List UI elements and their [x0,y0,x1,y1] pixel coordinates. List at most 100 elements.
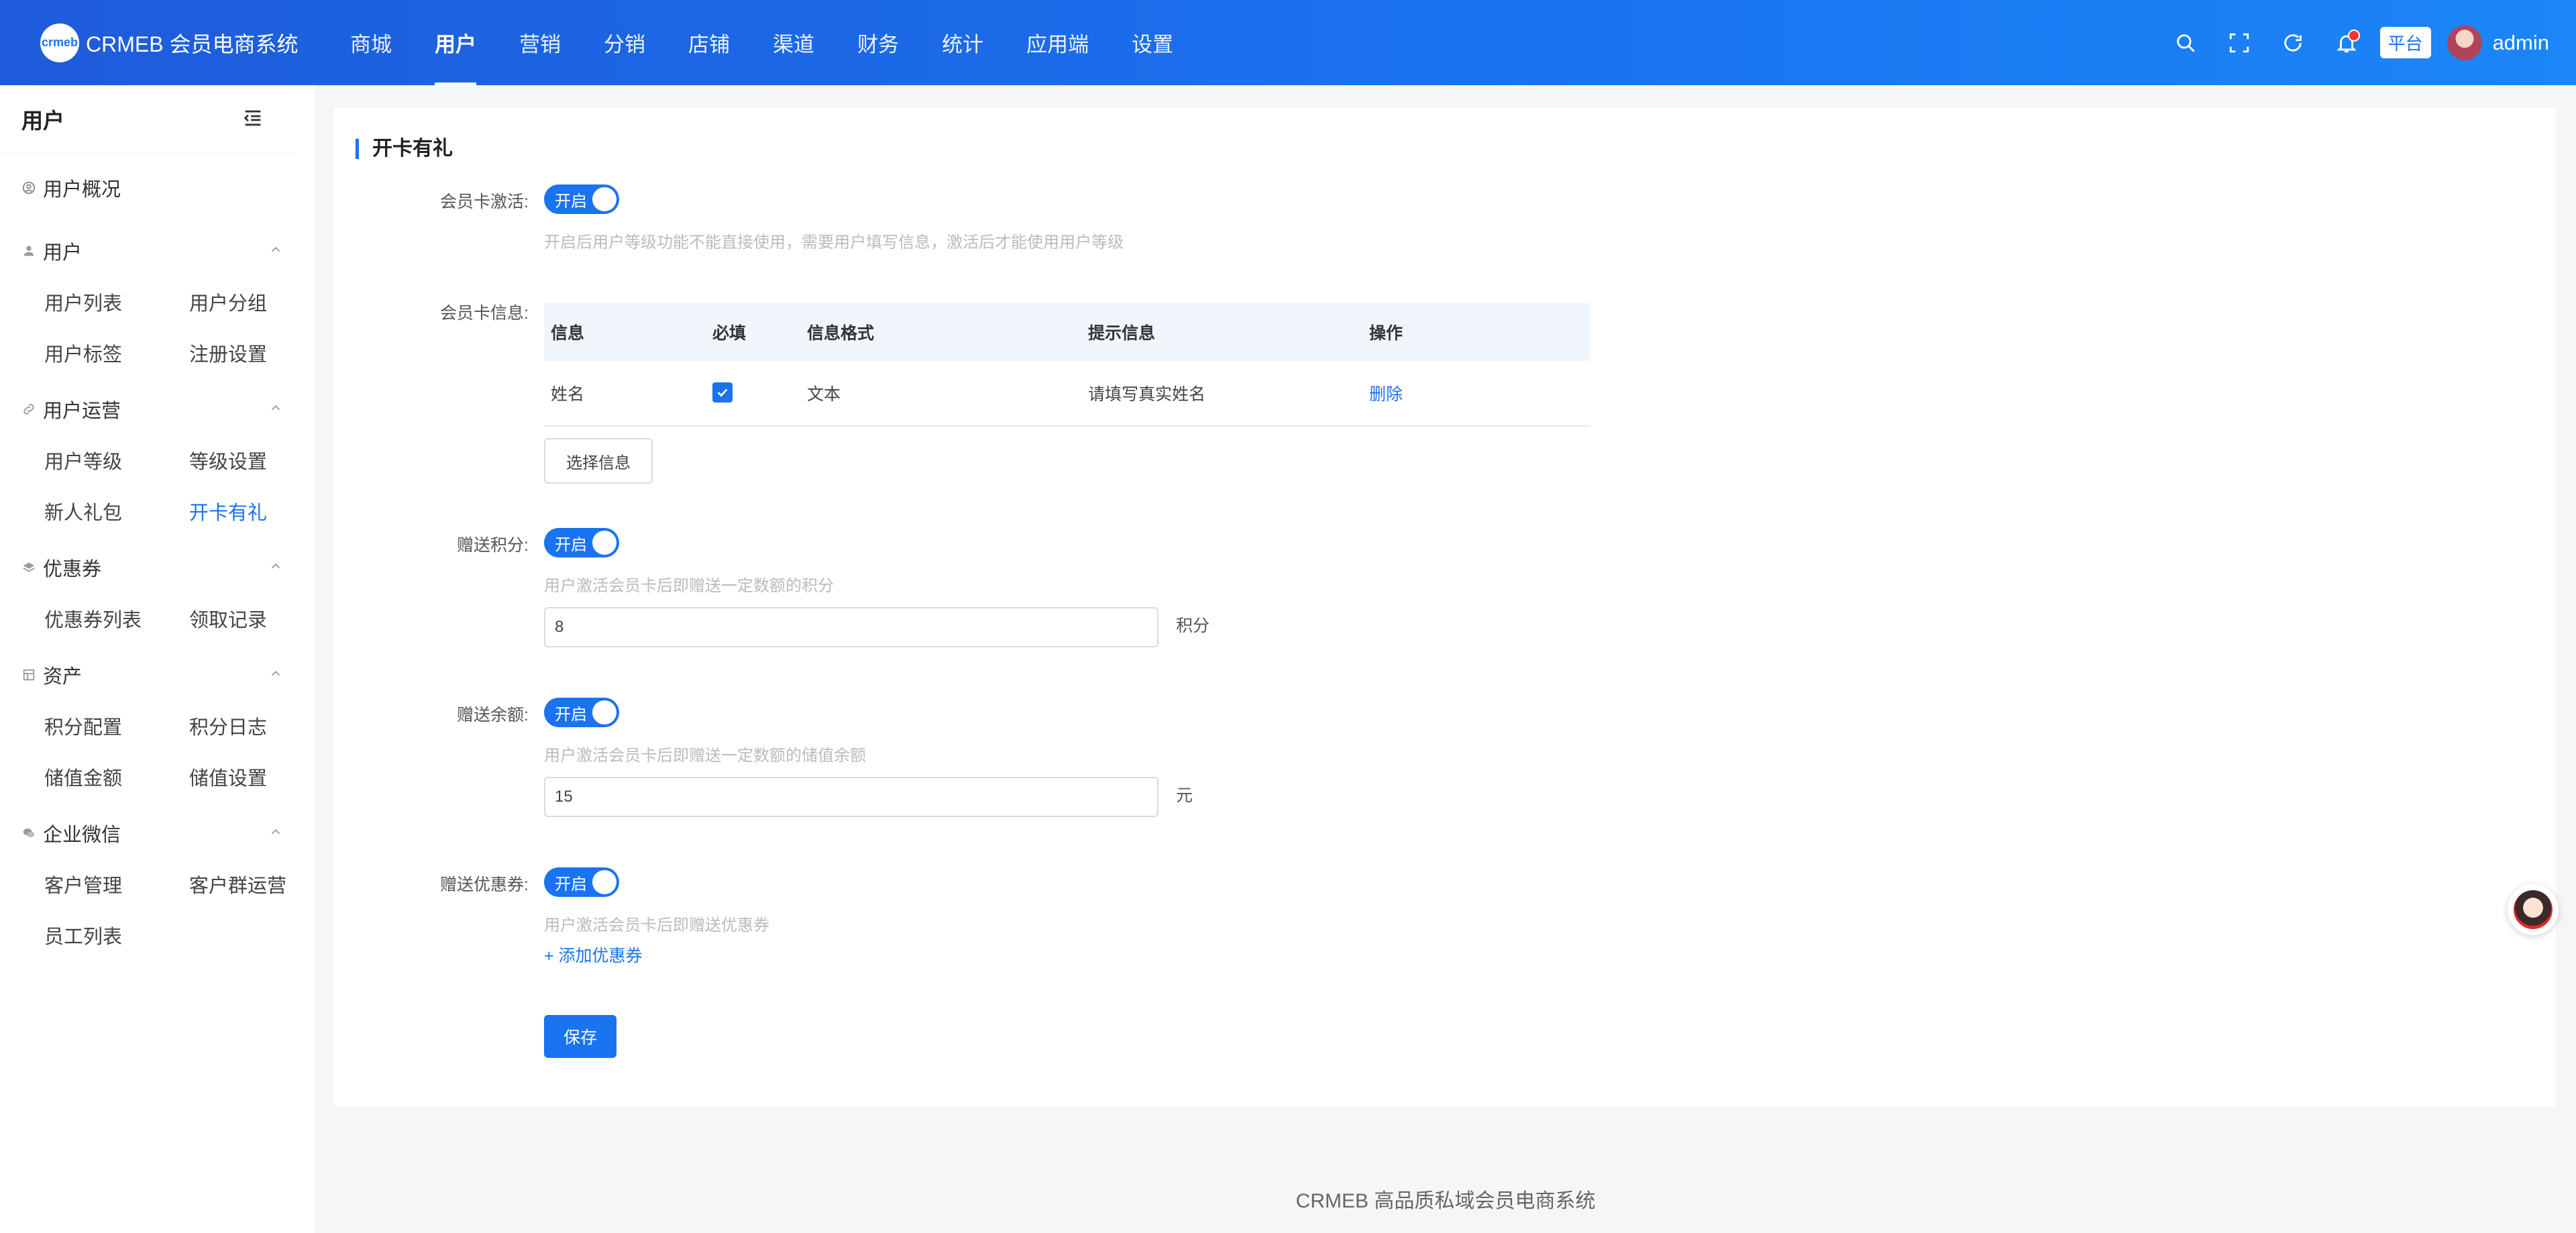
chevron-up-icon [268,822,283,845]
balance-input[interactable]: 15 [544,777,1159,817]
avatar[interactable] [2447,25,2482,60]
sidebar-item-user-level[interactable]: 用户等级 [44,435,189,486]
sidebar-group-coupon[interactable]: 优惠券 [0,542,315,593]
header-actions: 平台 admin [2159,0,2549,85]
sidebar-group-label: 用户运营 [43,400,121,422]
sidebar-group-user[interactable]: 用户 [0,225,315,276]
sidebar-title: 用户 [21,109,65,133]
sidebar-header: 用户 [0,85,297,154]
cell-format: 文本 [800,361,1081,427]
customer-service-avatar[interactable] [2508,884,2559,935]
sidebar-item-register-settings[interactable]: 注册设置 [189,327,334,378]
points-input[interactable]: 8 [544,607,1159,647]
coupon-switch[interactable]: 开启 [544,867,619,897]
top-nav-store[interactable]: 店铺 [667,0,751,85]
cell-required [706,361,800,427]
footer-text: CRMEB 高品质私域会员电商系统 [1295,1190,1596,1212]
switch-text: 开启 [555,875,587,894]
section-title: 开卡有礼 [356,139,453,159]
switch-knob [592,700,616,725]
sidebar-item-points-log[interactable]: 积分日志 [189,700,334,751]
top-nav-channel[interactable]: 渠道 [751,0,836,85]
sidebar-group-label: 优惠券 [43,559,102,580]
sidebar-item-user-tag[interactable]: 用户标签 [44,327,189,378]
points-switch[interactable]: 开启 [544,528,619,557]
delete-link[interactable]: 删除 [1369,385,1403,404]
sidebar-item-newcomer-gift[interactable]: 新人礼包 [44,486,189,537]
top-nav-finance[interactable]: 财务 [836,0,920,85]
admin-username[interactable]: admin [2493,31,2549,55]
coupon-hint: 用户激活会员卡后即赠送优惠券 [544,916,769,934]
notification-bell-icon[interactable] [2332,28,2361,58]
top-header: crmeb CRMEB 会员电商系统 商城 用户 营销 分销 店铺 渠道 财务 … [0,0,2576,85]
top-nav-app[interactable]: 应用端 [1005,0,1110,85]
activation-hint: 开启后用户等级功能不能直接使用，需要用户填写信息，激活后才能使用用户等级 [544,233,1124,252]
sidebar-item-level-settings[interactable]: 等级设置 [189,435,334,486]
sidebar-submenu-assets: 积分配置 积分日志 储值金额 储值设置 [0,700,315,802]
save-button[interactable]: 保存 [544,1015,616,1058]
sidebar-item-user-group[interactable]: 用户分组 [189,276,334,327]
sidebar-item-customer-management[interactable]: 客户管理 [44,859,189,910]
sidebar-submenu-user: 用户列表 用户分组 用户标签 注册设置 [0,276,315,378]
sidebar-item-staff-list[interactable]: 员工列表 [44,910,189,961]
sidebar-item-card-gift[interactable]: 开卡有礼 [189,486,334,537]
sidebar-item-coupon-list[interactable]: 优惠券列表 [44,593,189,644]
switch-knob [592,870,616,894]
asset-icon [21,667,36,682]
sidebar-item-user-list[interactable]: 用户列表 [44,276,189,327]
cell-action: 删除 [1362,361,1591,427]
column-header-required: 必填 [706,303,800,361]
select-info-button[interactable]: 选择信息 [544,438,653,484]
activation-switch[interactable]: 开启 [544,184,619,214]
top-nav-settings[interactable]: 设置 [1110,0,1195,85]
top-nav-distribution[interactable]: 分销 [582,0,667,85]
cell-tip: 请填写真实姓名 [1081,361,1362,427]
top-nav-user[interactable]: 用户 [413,0,498,85]
top-nav-marketing[interactable]: 营销 [498,0,582,85]
sidebar-group-wecom[interactable]: 企业微信 [0,808,315,859]
user-icon [21,244,36,258]
sidebar-item-customer-group-ops[interactable]: 客户群运营 [189,859,334,910]
points-unit: 积分 [1176,616,1210,635]
table-header-row: 信息 必填 信息格式 提示信息 操作 [544,303,1591,361]
column-header-info: 信息 [544,303,706,361]
sidebar-group-label: 企业微信 [43,824,121,846]
brand-name: CRMEB 会员电商系统 [86,32,299,56]
balance-switch[interactable]: 开启 [544,698,619,727]
required-checkbox[interactable] [712,382,733,403]
sidebar-item-stored-amount[interactable]: 储值金额 [44,751,189,802]
sidebar-item-points-config[interactable]: 积分配置 [44,700,189,751]
sidebar-item-user-overview[interactable]: 用户概况 [0,162,315,213]
notification-dot [2347,29,2360,42]
chevron-up-icon [268,240,283,262]
chevron-up-icon [268,398,283,421]
switch-knob [592,531,616,555]
sidebar-group-user-ops[interactable]: 用户运营 [0,384,315,435]
refresh-icon[interactable] [2278,28,2308,58]
sidebar-group-label: 用户 [43,242,83,264]
chevron-up-icon [268,664,283,686]
sidebar-item-label: 用户概况 [43,179,121,201]
wechat-icon [21,826,36,841]
platform-badge[interactable]: 平台 [2379,27,2431,58]
add-coupon-link[interactable]: + 添加优惠券 [544,943,643,967]
fullscreen-icon[interactable] [2224,28,2254,58]
column-header-action: 操作 [1362,303,1591,361]
helper-face-icon [2514,890,2553,929]
sidebar-item-claim-records[interactable]: 领取记录 [189,593,334,644]
top-nav-statistics[interactable]: 统计 [920,0,1005,85]
brand-logo[interactable]: crmeb CRMEB 会员电商系统 [40,23,322,62]
cell-info: 姓名 [544,361,706,427]
menu-collapse-icon[interactable] [241,107,264,133]
sidebar-group-assets[interactable]: 资产 [0,649,315,700]
overview-icon [21,180,36,195]
column-header-tip: 提示信息 [1081,303,1362,361]
chevron-up-icon [268,557,283,579]
top-nav-mall[interactable]: 商城 [329,0,413,85]
search-icon[interactable] [2171,28,2200,58]
sidebar-item-stored-settings[interactable]: 储值设置 [189,751,334,802]
sidebar-submenu-wecom: 客户管理 客户群运营 员工列表 [0,859,315,961]
card-info-label: 会员卡信息: [440,304,529,323]
sidebar-submenu-user-ops: 用户等级 等级设置 新人礼包 开卡有礼 [0,435,315,537]
top-nav: 商城 用户 营销 分销 店铺 渠道 财务 统计 应用端 设置 [329,0,1195,85]
